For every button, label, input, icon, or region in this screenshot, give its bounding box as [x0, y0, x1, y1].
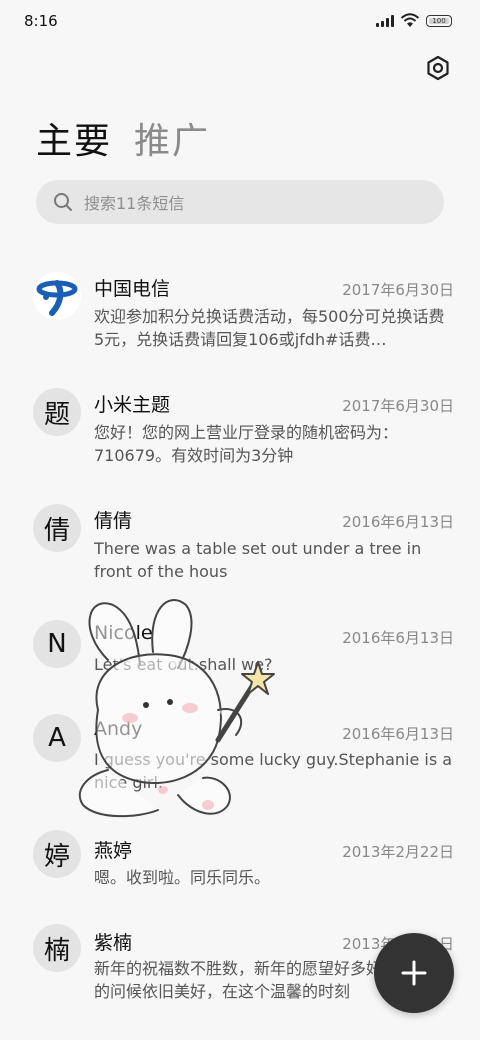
avatar: 倩: [33, 504, 81, 552]
avatar: [33, 272, 81, 320]
sender-name: 燕婷: [94, 840, 133, 862]
message-date: 2016年6月13日: [342, 513, 454, 531]
search-bar[interactable]: 搜索11条短信: [36, 180, 444, 224]
message-preview: Let's eat out.shall we?: [94, 655, 273, 674]
sender-name: Andy: [94, 718, 143, 740]
search-placeholder: 搜索11条短信: [84, 194, 185, 213]
sender-name: 紫楠: [94, 932, 133, 954]
battery-icon: 100: [426, 14, 452, 27]
search-icon: [54, 193, 72, 211]
battery-level: 100: [432, 16, 446, 25]
status-icons: 100: [376, 13, 452, 28]
settings-button[interactable]: [424, 54, 452, 82]
signal-icon: [376, 14, 394, 27]
message-date: 2016年6月13日: [342, 725, 454, 743]
category-tabs: 主要 推广: [36, 112, 210, 164]
message-preview: 欢迎参加积分兑换话费活动，每500分可兑换话费5元，兑换话费请回复106或jfd…: [94, 307, 445, 349]
message-date: 2017年6月30日: [342, 397, 454, 415]
sender-name: 中国电信: [94, 278, 171, 300]
message-preview: I guess you're some lucky guy.Stephanie …: [94, 750, 453, 792]
tab-primary[interactable]: 主要: [36, 112, 112, 164]
sender-name: Nicole: [94, 622, 153, 644]
avatar: N: [33, 620, 81, 668]
avatar: 题: [33, 388, 81, 436]
china-telecom-logo-icon: [36, 280, 78, 316]
tab-promotions[interactable]: 推广: [134, 112, 210, 164]
avatar: 婷: [33, 830, 81, 878]
message-date: 2013年2月22日: [342, 843, 454, 861]
status-time: 8:16: [24, 12, 58, 30]
avatar: 楠: [33, 924, 81, 972]
wifi-icon: [400, 13, 420, 27]
compose-button[interactable]: [374, 933, 454, 1013]
sender-name: 倩倩: [94, 510, 133, 532]
message-date: 2016年6月13日: [342, 629, 454, 647]
avatar: A: [33, 714, 81, 762]
sender-name: 小米主题: [94, 394, 171, 416]
message-date: 2017年6月30日: [342, 281, 454, 299]
plus-icon: [401, 960, 427, 986]
message-preview: 您好！您的网上营业厅登录的随机密码为：710679。有效时间为3分钟: [94, 423, 399, 465]
status-bar: 8:16 100: [0, 0, 480, 40]
gear-icon: [427, 55, 449, 81]
message-preview: There was a table set out under a tree i…: [94, 539, 422, 581]
message-preview: 嗯。收到啦。同乐同乐。: [94, 868, 271, 887]
